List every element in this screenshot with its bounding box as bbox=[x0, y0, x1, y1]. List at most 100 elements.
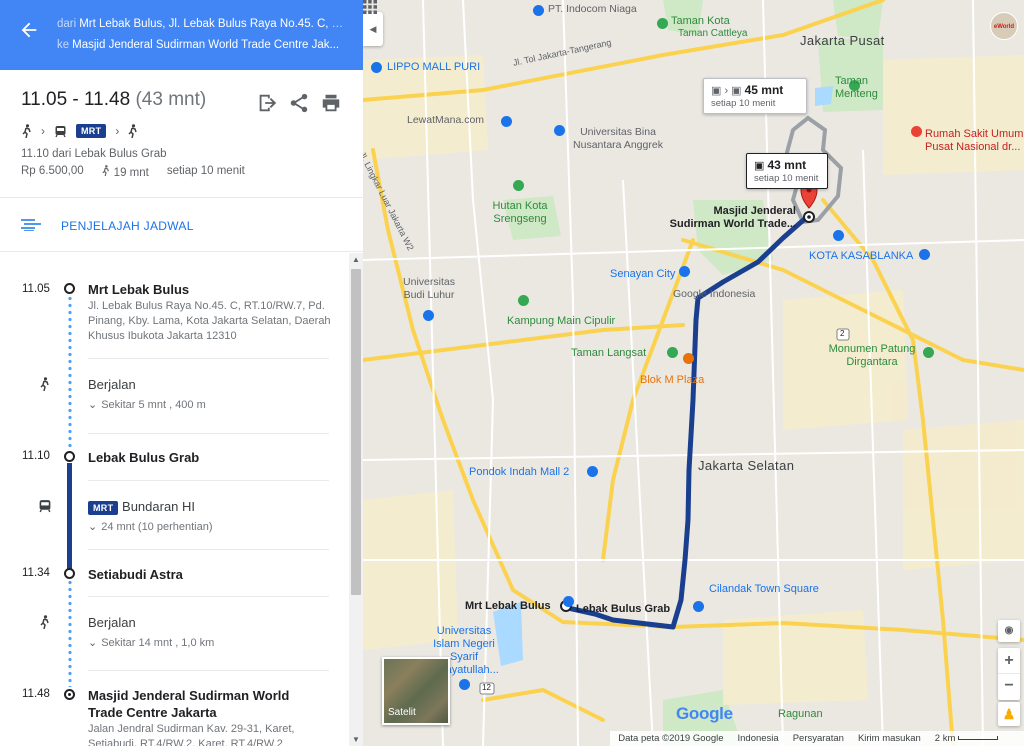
scale-label: 2 km bbox=[934, 733, 956, 744]
send-to-device-icon[interactable] bbox=[256, 92, 278, 114]
destination-value: Masjid Jenderal Sudirman World Trade Cen… bbox=[72, 39, 340, 51]
fare: Rp 6.500,00 bbox=[21, 165, 84, 177]
stop-address: Jalan Jendral Sudirman Kav. 29-31, Karet… bbox=[88, 723, 295, 746]
scroll-up-icon[interactable]: ▲ bbox=[352, 255, 360, 264]
monument-pin[interactable] bbox=[923, 347, 934, 358]
transit-line: MRT Bundaran HI bbox=[88, 499, 195, 515]
walk-total: 19 mnt bbox=[102, 165, 149, 179]
pegman-icon[interactable]: ♟ bbox=[998, 702, 1020, 726]
directions-panel: dari Mrt Lebak Bulus, Jl. Lebak Bulus Ray… bbox=[0, 0, 363, 746]
alt-frequency: setiap 10 menit bbox=[711, 98, 776, 109]
account-avatar[interactable]: eWorld bbox=[990, 12, 1018, 40]
walk-dots bbox=[68, 295, 72, 453]
walk-detail: Sekitar 5 mnt , 400 m bbox=[101, 399, 206, 411]
location-icon: ◉ bbox=[1004, 625, 1014, 636]
shop-pin[interactable] bbox=[693, 601, 704, 612]
origin-value: Mrt Lebak Bulus, Jl. Lebak Bulus Raya No… bbox=[79, 18, 347, 30]
place-pin[interactable] bbox=[501, 116, 512, 127]
collapse-panel-button[interactable]: ◀ bbox=[363, 12, 383, 46]
country-link[interactable]: Indonesia bbox=[738, 733, 779, 744]
walk-detail-toggle[interactable]: ⌄ Sekitar 14 mnt , 1,0 km bbox=[88, 636, 214, 649]
place-pin[interactable] bbox=[833, 230, 844, 241]
map-label: Senayan City bbox=[610, 268, 676, 280]
back-arrow-icon[interactable] bbox=[18, 19, 40, 41]
share-icon[interactable] bbox=[288, 92, 310, 114]
stop-name[interactable]: Setiabudi Astra bbox=[88, 567, 183, 582]
chevron-down-icon: ⌄ bbox=[88, 399, 98, 411]
stop-address: Jl. Lebak Bulus Raya No.45. C, RT.10/RW.… bbox=[88, 300, 331, 342]
chevron-down-icon: ⌄ bbox=[88, 637, 98, 649]
my-location-button[interactable]: ◉ bbox=[998, 620, 1020, 642]
chevron-down-icon: ⌄ bbox=[88, 521, 98, 533]
shop-pin[interactable] bbox=[371, 62, 382, 73]
shop-pin[interactable] bbox=[919, 249, 930, 260]
park-pin[interactable] bbox=[518, 295, 529, 306]
divider bbox=[88, 433, 329, 434]
map-label: Hutan Kota Srengseng bbox=[492, 200, 548, 225]
map-label: Kampung Main Cipulir bbox=[507, 315, 616, 327]
train-icon bbox=[55, 125, 66, 137]
stop-name[interactable]: Mrt Lebak Bulus bbox=[88, 282, 189, 297]
map-view[interactable]: 12 2 ◀ ▣ › ▣ 45 mnt setiap 10 menit ▣ 43… bbox=[363, 0, 1024, 746]
main-route-callout[interactable]: ▣ 43 mnt setiap 10 menit bbox=[746, 153, 828, 189]
schedule-explorer-button[interactable]: PENJELAJAH JADWAL bbox=[0, 198, 363, 252]
terms-link[interactable]: Persyaratan bbox=[793, 733, 844, 744]
panel-scrollbar[interactable]: ▲ ▼ bbox=[349, 253, 363, 746]
park-pin[interactable] bbox=[667, 347, 678, 358]
shop-pin[interactable] bbox=[679, 266, 690, 277]
mrt-badge: MRT bbox=[76, 124, 107, 138]
map-label: Taman Menteng bbox=[835, 75, 878, 100]
feedback-link[interactable]: Kirim masukan bbox=[858, 733, 921, 744]
school-pin[interactable] bbox=[423, 310, 434, 321]
stop-node bbox=[64, 568, 75, 579]
map-label: Pondok Indah Mall 2 bbox=[469, 466, 570, 478]
map-data-credit: Data peta ©2019 Google bbox=[618, 733, 724, 744]
origin-field[interactable]: dari Mrt Lebak Bulus, Jl. Lebak Bulus Ray… bbox=[57, 18, 347, 30]
zoom-out-button[interactable]: − bbox=[998, 674, 1020, 700]
park-pin[interactable] bbox=[657, 18, 668, 29]
scale-bar: 2 km bbox=[935, 733, 998, 744]
map-label: Universitas Budi Luhur bbox=[403, 276, 455, 301]
alt-duration: 45 mnt bbox=[744, 83, 784, 97]
satellite-toggle[interactable]: Satelit bbox=[382, 657, 450, 725]
map-label: Taman Kota bbox=[671, 15, 730, 27]
school-pin[interactable] bbox=[459, 679, 470, 690]
origin-label: dari bbox=[57, 18, 77, 30]
transit-detail-toggle[interactable]: ⌄ 24 mnt (10 perhentian) bbox=[88, 520, 213, 533]
destination-node bbox=[64, 689, 75, 700]
divider bbox=[88, 670, 329, 671]
road-shield-2: 2 bbox=[840, 329, 845, 338]
map-label: Universitas Bina Nusantara Anggrek bbox=[573, 126, 663, 151]
apps-grid-icon[interactable] bbox=[363, 0, 377, 14]
stop-node bbox=[64, 283, 75, 294]
alt-route-callout[interactable]: ▣ › ▣ 45 mnt setiap 10 menit bbox=[703, 78, 807, 114]
destination-field[interactable]: ke Masjid Jenderal Sudirman World Trade C… bbox=[57, 39, 347, 51]
caret-left-icon: ◀ bbox=[369, 24, 377, 34]
stop-node bbox=[64, 451, 75, 462]
walk-icon bbox=[40, 377, 49, 391]
stop-time: 11.05 bbox=[22, 283, 50, 295]
stop-name[interactable]: Masjid Jenderal Sudirman World Trade Cen… bbox=[88, 687, 318, 721]
train-icon: ▣ bbox=[754, 160, 765, 172]
map-label: PT. Indocom Niaga bbox=[548, 3, 637, 15]
transit-pin[interactable] bbox=[563, 596, 574, 607]
scroll-thumb[interactable] bbox=[351, 269, 361, 595]
scroll-down-icon[interactable]: ▼ bbox=[352, 735, 360, 744]
map-label: Monumen Patung Dirgantara bbox=[828, 343, 916, 368]
hospital-pin[interactable] bbox=[911, 126, 922, 137]
divider bbox=[88, 480, 329, 481]
zoom-in-button[interactable]: + bbox=[998, 648, 1020, 674]
stop-name[interactable]: Lebak Bulus Grab bbox=[88, 450, 199, 465]
food-pin[interactable] bbox=[683, 353, 694, 364]
print-icon[interactable] bbox=[320, 92, 342, 114]
google-logo: Google bbox=[676, 704, 733, 724]
stop-time: 11.10 bbox=[22, 450, 50, 462]
park-pin[interactable] bbox=[513, 180, 524, 191]
map-label: Google Indonesia bbox=[673, 288, 756, 300]
place-pin[interactable] bbox=[533, 5, 544, 16]
walk-icon bbox=[40, 615, 49, 629]
walk-detail-toggle[interactable]: ⌄ Sekitar 5 mnt , 400 m bbox=[88, 398, 206, 411]
map-label: Taman Langsat bbox=[571, 347, 647, 359]
shop-pin[interactable] bbox=[587, 466, 598, 477]
map-label: LIPPO MALL PURI bbox=[387, 61, 481, 73]
